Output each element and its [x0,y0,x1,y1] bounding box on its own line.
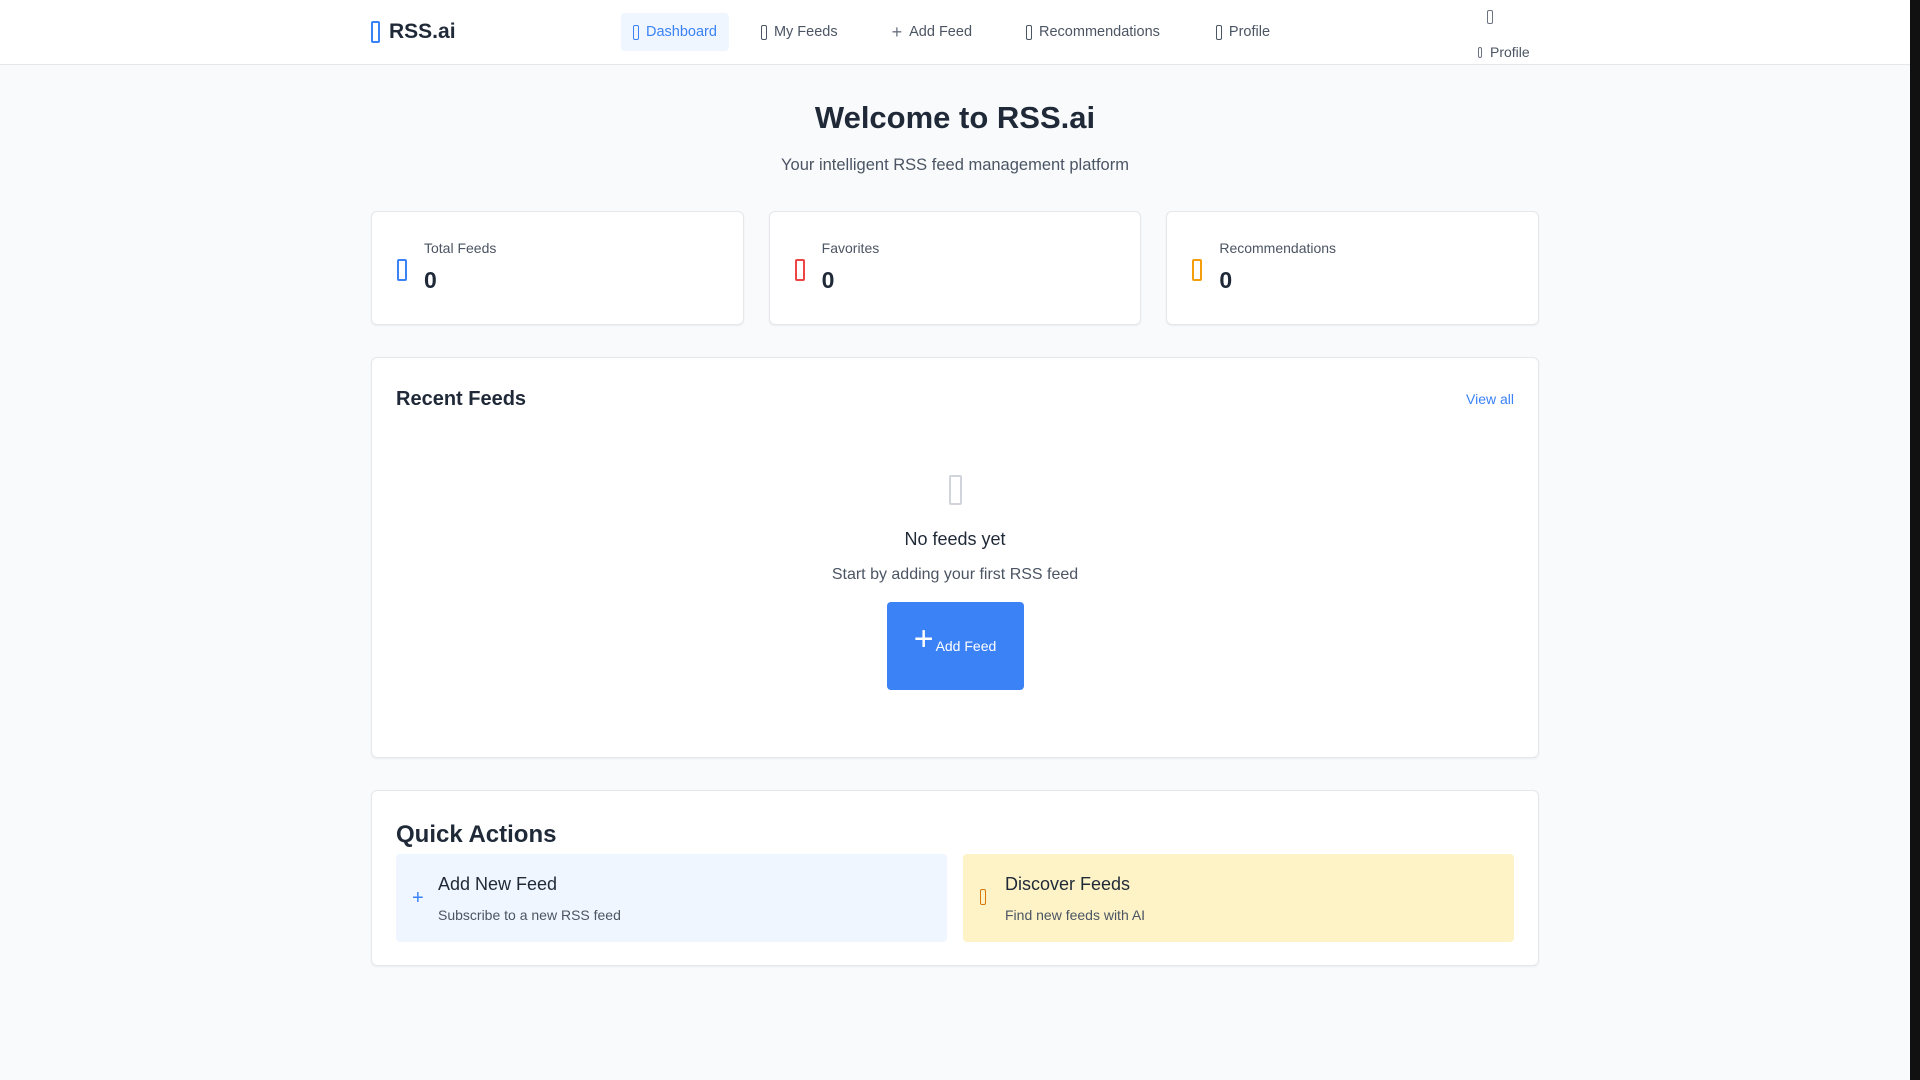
rss-icon [397,259,407,281]
user-icon [1478,46,1482,58]
nav-item-recommendations[interactable]: Recommendations [1014,13,1172,51]
brand-logo[interactable]: RSS.ai [371,20,456,44]
stat-card-favorites: Favorites 0 [768,211,1142,325]
quick-action-title: Discover Feeds [1005,874,1131,894]
view-all-link[interactable]: View all [1466,391,1514,407]
nav-item-label: Profile [1228,24,1271,40]
plus-icon: + [913,620,934,658]
nav-item-label: Recommendations [1039,24,1160,40]
nav-item-profile[interactable]: Profile [1204,13,1282,51]
stat-value: 0 [424,267,437,293]
page-subtitle: Your intelligent RSS feed management pla… [781,156,1129,174]
add-feed-button[interactable]: + Add Feed [886,602,1024,690]
empty-state-description: Start by adding your first RSS feed [831,566,1079,583]
brand-name: RSS.ai [389,20,456,43]
heart-icon [794,259,805,281]
stat-label: Total Feeds [424,240,497,256]
quick-action-add-new-feed[interactable]: + Add New Feed Subscribe to a new RSS fe… [396,854,947,942]
stat-label: Recommendations [1219,240,1337,256]
stat-card-total-feeds: Total Feeds 0 [371,211,744,325]
empty-state-heading: No feeds yet [904,529,1006,549]
quick-action-description: Subscribe to a new RSS feed [438,907,621,923]
dashboard-icon [633,24,639,40]
section-title: Recent Feeds [396,388,527,410]
user-menu: Profile [1470,6,1600,64]
nav-item-label: Add Feed [909,24,973,40]
lightbulb-icon [1026,24,1033,40]
plus-icon: + [412,887,424,909]
stat-label: Favorites [821,240,880,256]
quick-action-description: Find new feeds with AI [1005,907,1146,923]
bell-icon[interactable] [1487,10,1493,24]
stat-card-recommendations: Recommendations 0 [1166,211,1539,325]
nav-item-label: My Feeds [773,24,838,40]
page-title: Welcome to RSS.ai [814,100,1096,135]
quick-action-discover-feeds[interactable]: Discover Feeds Find new feeds with AI [963,854,1514,942]
nav-item-add-feed[interactable]: + Add Feed [880,13,984,51]
stats-grid: Total Feeds 0 Favorites 0 Recommendation… [371,211,1539,325]
main-nav: Dashboard My Feeds + Add Feed Recommenda… [621,13,1282,51]
nav-item-dashboard[interactable]: Dashboard [621,13,729,51]
vertical-scrollbar[interactable] [1910,0,1920,1080]
stat-value: 0 [1219,267,1233,293]
lightbulb-icon [1192,259,1203,281]
plus-icon: + [891,22,903,42]
rss-icon [948,475,962,505]
rss-icon [371,21,380,43]
list-icon [760,24,767,40]
add-feed-button-label: Add Feed [935,638,997,654]
quick-action-title: Add New Feed [438,874,558,894]
profile-link[interactable]: Profile [1478,44,1530,60]
empty-state: No feeds yet Start by adding your first … [372,475,1538,690]
nav-item-label: Dashboard [646,24,717,40]
recent-feeds-panel: Recent Feeds View all No feeds yet Start… [371,357,1539,758]
profile-label: Profile [1490,44,1530,60]
stat-value: 0 [821,267,835,293]
quick-actions-grid: + Add New Feed Subscribe to a new RSS fe… [396,854,1514,942]
lightbulb-icon [980,889,986,905]
nav-item-my-feeds[interactable]: My Feeds [749,13,850,51]
top-navbar: RSS.ai Dashboard My Feeds + Add Feed Rec… [0,0,1910,65]
section-title: Quick Actions [396,821,557,848]
quick-actions-panel: Quick Actions + Add New Feed Subscribe t… [371,790,1539,966]
user-icon [1215,24,1222,40]
